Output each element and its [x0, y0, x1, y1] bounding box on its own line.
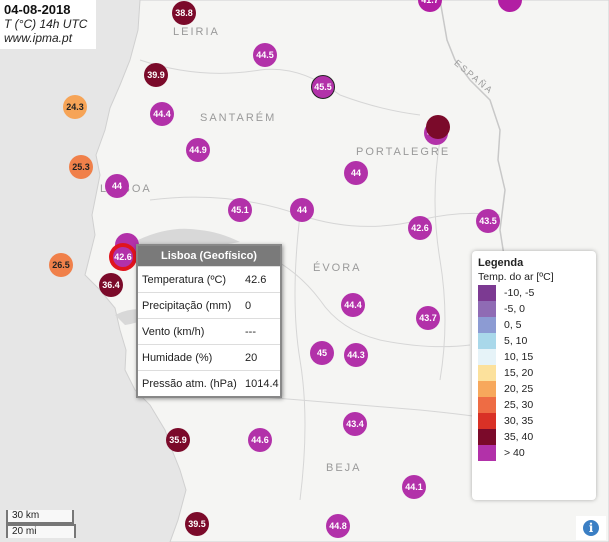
legend-swatch [478, 429, 496, 445]
station-marker[interactable]: 44 [290, 198, 314, 222]
legend-items: -10, -5 -5, 0 0, 5 5, 10 10, 15 15, 20 20, 25 2… [478, 285, 590, 461]
legend-label: -10, -5 [504, 287, 535, 299]
site-label: www.ipma.pt [4, 31, 73, 45]
popup-row-label: Precipitação (mm) [142, 299, 232, 312]
legend-label: 0, 5 [504, 319, 522, 331]
info-icon: i [583, 520, 599, 536]
legend-item: > 40 [478, 445, 590, 461]
popup-row-label: Temperatura (ºC) [142, 273, 227, 286]
legend-item: 30, 35 [478, 413, 590, 429]
station-marker[interactable]: 44.9 [186, 138, 210, 162]
legend-label: -5, 0 [504, 303, 526, 315]
popup-row-label: Pressão atm. (hPa) [142, 377, 237, 390]
legend-item: 25, 30 [478, 397, 590, 413]
region-label-beja: BEJA [326, 462, 362, 474]
station-marker[interactable]: 26.5 [49, 253, 73, 277]
legend-swatch [478, 301, 496, 317]
region-label-evora: ÉVORA [313, 262, 362, 274]
station-marker[interactable]: 42.6 [408, 216, 432, 240]
units-label: T (°C) 14h UTC [4, 17, 88, 31]
station-popup: Lisboa (Geofísico) Temperatura (ºC) 42.6 … [136, 244, 282, 398]
legend-label: 5, 10 [504, 335, 528, 347]
station-marker[interactable]: 43.7 [416, 306, 440, 330]
legend-item: 10, 15 [478, 349, 590, 365]
popup-row-label: Humidade (%) [142, 351, 213, 364]
station-marker[interactable]: 44.5 [253, 43, 277, 67]
scale-metric: 30 km [6, 510, 74, 524]
station-marker[interactable]: 44.4 [150, 102, 174, 126]
popup-row-value: 0 [245, 299, 252, 312]
station-marker[interactable]: 25.3 [69, 155, 93, 179]
popup-row-value: 1014.4 [245, 377, 279, 390]
popup-row-precipitation: Precipitação (mm) 0 [138, 292, 280, 318]
popup-row-wind: Vento (km/h) --- [138, 318, 280, 344]
legend-item: 5, 10 [478, 333, 590, 349]
legend-subtitle: Temp. do ar [ºC] [478, 271, 554, 283]
legend-item: 0, 5 [478, 317, 590, 333]
legend-item: 20, 25 [478, 381, 590, 397]
popup-row-label: Vento (km/h) [142, 325, 205, 338]
popup-row-value: --- [245, 325, 256, 338]
station-marker[interactable]: 44.4 [341, 293, 365, 317]
station-marker[interactable]: 24.3 [63, 95, 87, 119]
station-marker[interactable]: 44 [105, 174, 129, 198]
legend-item: -5, 0 [478, 301, 590, 317]
scale-imperial: 20 mi [6, 524, 76, 538]
station-marker[interactable]: 44.1 [402, 475, 426, 499]
legend-swatch [478, 445, 496, 461]
station-marker[interactable]: 42.6 [111, 245, 135, 269]
station-marker[interactable]: 44.3 [344, 343, 368, 367]
legend-label: 10, 15 [504, 351, 534, 363]
legend-panel: Legenda Temp. do ar [ºC] -10, -5 -5, 0 0, … [472, 251, 596, 500]
station-marker[interactable]: 39.5 [185, 512, 209, 536]
popup-title: Lisboa (Geofísico) [138, 246, 280, 266]
legend-label: 35, 40 [504, 431, 534, 443]
legend-item: 15, 20 [478, 365, 590, 381]
station-marker[interactable]: 45 [310, 341, 334, 365]
station-marker[interactable]: 44.8 [326, 514, 350, 538]
legend-swatch [478, 365, 496, 381]
region-label-leiria: LEIRIA [173, 26, 220, 38]
legend-item: -10, -5 [478, 285, 590, 301]
legend-title: Legenda [478, 257, 524, 269]
scale-bar: 30 km 20 mi [6, 510, 76, 538]
station-marker[interactable]: 39.9 [144, 63, 168, 87]
legend-label: > 40 [504, 447, 525, 459]
popup-row-pressure: Pressão atm. (hPa) 1014.4 [138, 370, 280, 396]
legend-swatch [478, 349, 496, 365]
info-button[interactable]: i [576, 516, 606, 540]
region-label-santarem: SANTARÉM [200, 112, 277, 124]
popup-row-value: 42.6 [245, 273, 267, 286]
legend-label: 20, 25 [504, 383, 534, 395]
legend-label: 30, 35 [504, 415, 534, 427]
region-label-portalegre: PORTALEGRE [356, 146, 451, 158]
map-header: 04-08-2018 T (°C) 14h UTC www.ipma.pt [0, 0, 96, 49]
legend-item: 35, 40 [478, 429, 590, 445]
legend-swatch [478, 381, 496, 397]
legend-label: 25, 30 [504, 399, 534, 411]
popup-row-temperature: Temperatura (ºC) 42.6 [138, 266, 280, 292]
station-marker[interactable]: 44.6 [248, 428, 272, 452]
station-marker[interactable]: 43.4 [343, 412, 367, 436]
legend-swatch [478, 397, 496, 413]
popup-row-humidity: Humidade (%) 20 [138, 344, 280, 370]
station-marker[interactable]: 45.5 [311, 75, 335, 99]
date-label: 04-08-2018 [4, 2, 71, 17]
station-marker[interactable]: 35.9 [166, 428, 190, 452]
legend-label: 15, 20 [504, 367, 534, 379]
station-marker[interactable]: 45.1 [228, 198, 252, 222]
station-marker[interactable]: 36.4 [99, 273, 123, 297]
legend-swatch [478, 413, 496, 429]
popup-row-value: 20 [245, 351, 258, 364]
legend-swatch [478, 285, 496, 301]
station-marker[interactable]: 38.8 [172, 1, 196, 25]
station-marker[interactable] [426, 115, 450, 139]
station-marker[interactable]: 43.5 [476, 209, 500, 233]
station-marker[interactable]: 44 [344, 161, 368, 185]
legend-swatch [478, 333, 496, 349]
legend-swatch [478, 317, 496, 333]
